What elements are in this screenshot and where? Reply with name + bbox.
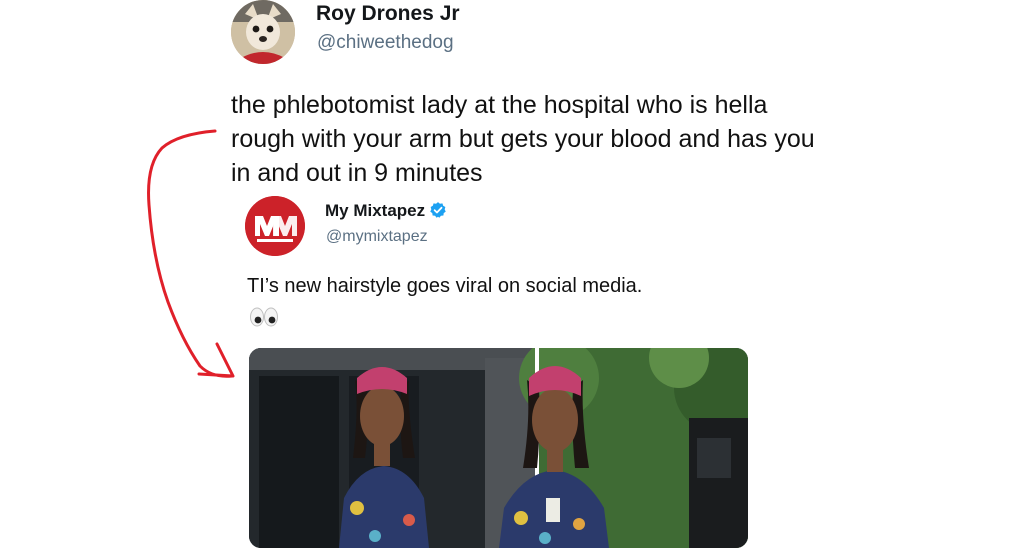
verified-badge-icon bbox=[430, 201, 446, 218]
quoted-author-handle[interactable]: @mymixtapez bbox=[326, 228, 428, 246]
photo-collage-icon bbox=[249, 348, 748, 548]
author-handle[interactable]: @chiweethedog bbox=[317, 32, 454, 54]
quoted-author-name[interactable]: My Mixtapez bbox=[325, 201, 447, 221]
quoted-author-avatar[interactable] bbox=[245, 196, 305, 256]
mymixtapez-logo-icon bbox=[245, 196, 305, 256]
quoted-author-name-text: My Mixtapez bbox=[325, 201, 426, 220]
author-avatar[interactable] bbox=[231, 0, 295, 64]
author-name[interactable]: Roy Drones Jr bbox=[316, 2, 460, 26]
tweet-text: the phlebotomist lady at the hospital wh… bbox=[231, 91, 815, 187]
tweet-media[interactable] bbox=[249, 348, 748, 548]
dog-avatar-icon bbox=[231, 0, 295, 64]
quoted-tweet-text: TI’s new hairstyle goes viral on social … bbox=[247, 275, 643, 297]
eyes-emoji bbox=[250, 307, 278, 327]
